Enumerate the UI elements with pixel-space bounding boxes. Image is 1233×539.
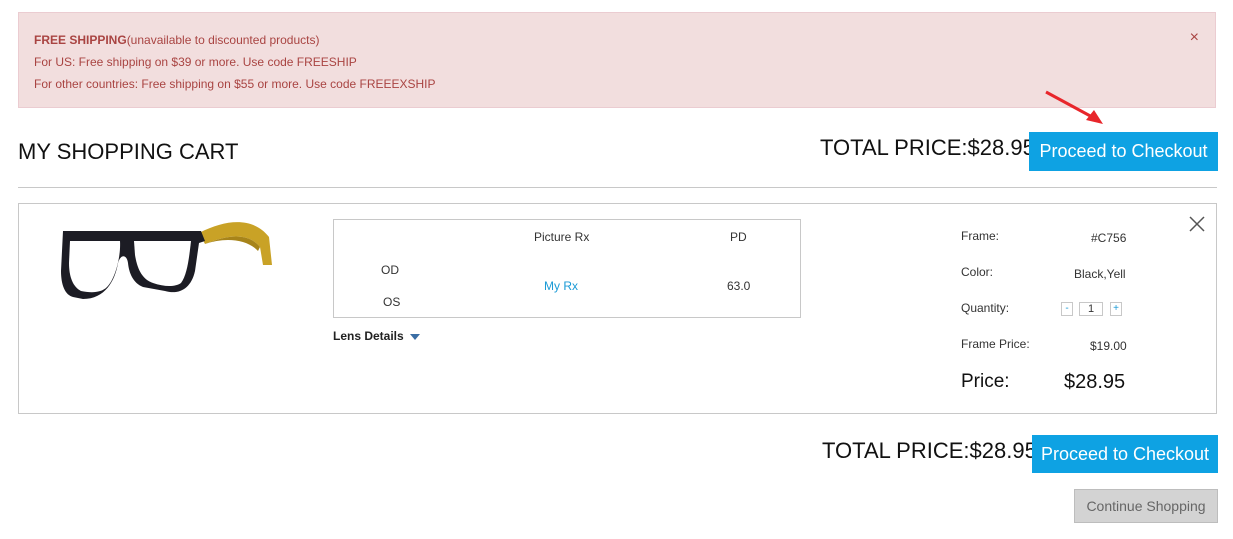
frame-price-label: Frame Price:	[961, 337, 1030, 351]
quantity-label: Quantity:	[961, 301, 1010, 315]
proceed-to-checkout-button-bottom[interactable]: Proceed to Checkout	[1032, 435, 1218, 473]
color-value: Black,Yell	[1074, 267, 1126, 281]
rx-row-os: OS	[383, 295, 401, 309]
notice-title-bold: FREE SHIPPING	[34, 33, 127, 47]
color-label: Color:	[961, 265, 994, 279]
price-value: $28.95	[1064, 371, 1126, 393]
frame-label: Frame:	[961, 229, 1000, 243]
rx-header-pd: PD	[730, 230, 747, 244]
lens-details-label: Lens Details	[333, 329, 404, 343]
rx-pd-value: 63.0	[727, 279, 751, 293]
page-title: MY SHOPPING CART	[18, 139, 239, 164]
frame-value: #C756	[1091, 231, 1127, 245]
rx-header-picture-rx: Picture Rx	[534, 230, 590, 244]
notice-line-other: For other countries: Free shipping on $5…	[34, 77, 436, 91]
annotation-arrow-icon	[1045, 90, 1103, 124]
my-rx-link[interactable]: My Rx	[544, 279, 578, 293]
lens-details-toggle[interactable]: Lens Details	[333, 329, 420, 343]
eyeglasses-product-image[interactable]	[55, 211, 280, 311]
close-icon[interactable]: ×	[1190, 30, 1199, 46]
notice-title: FREE SHIPPING(unavailable to discounted …	[34, 33, 319, 47]
quantity-decrease-button[interactable]: -	[1061, 302, 1073, 316]
header-divider	[18, 187, 1217, 188]
caret-down-icon	[409, 333, 420, 340]
proceed-to-checkout-button-top[interactable]: Proceed to Checkout	[1029, 132, 1218, 171]
notice-title-rest: (unavailable to discounted products)	[126, 33, 320, 47]
notice-line-us: For US: Free shipping on $39 or more. Us…	[34, 55, 357, 69]
continue-shopping-button[interactable]: Continue Shopping	[1074, 489, 1218, 523]
total-price-top: TOTAL PRICE:$28.95	[820, 135, 1035, 160]
frame-price-value: $19.00	[1090, 339, 1127, 353]
total-price-bottom: TOTAL PRICE:$28.95	[822, 438, 1037, 463]
quantity-input[interactable]: 1	[1079, 302, 1103, 316]
price-label: Price:	[961, 371, 1010, 392]
rx-row-od: OD	[381, 263, 399, 277]
remove-item-icon[interactable]	[1188, 215, 1206, 233]
free-shipping-notice: FREE SHIPPING(unavailable to discounted …	[18, 12, 1216, 108]
quantity-increase-button[interactable]: +	[1110, 302, 1122, 316]
